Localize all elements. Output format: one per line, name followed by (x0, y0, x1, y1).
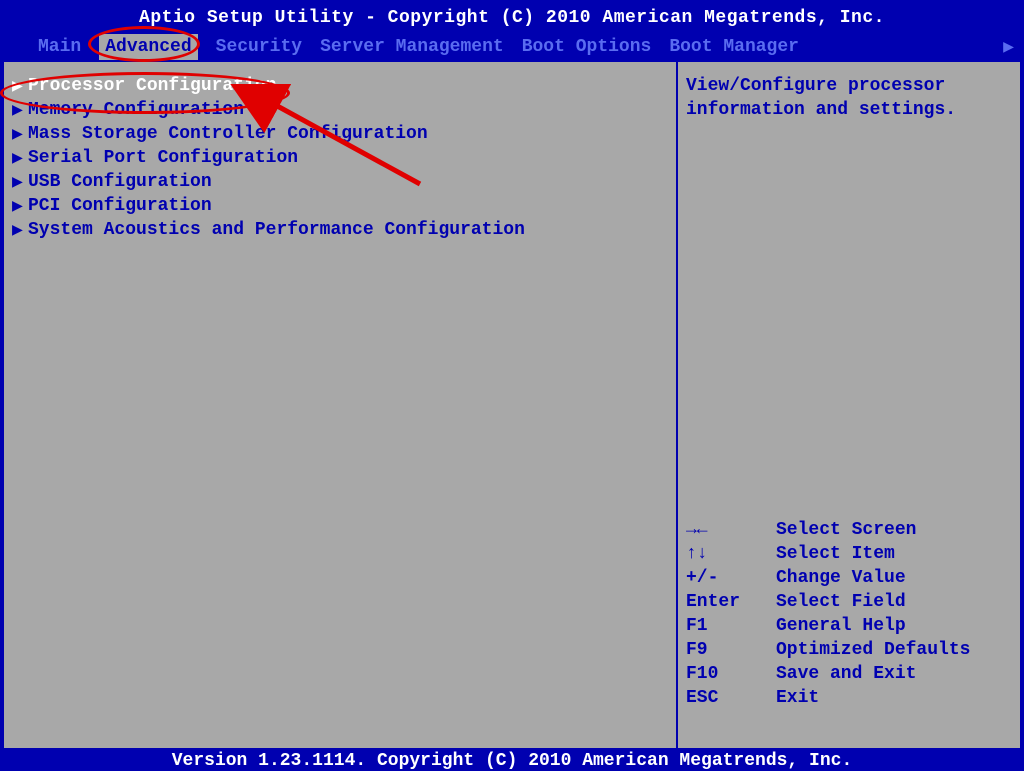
menu-label: Serial Port Configuration (28, 148, 298, 168)
menu-item-memory-configuration[interactable]: ▶ Memory Configuration (10, 98, 670, 122)
key-hints: →←Select Screen ↑↓Select Item +/-Change … (686, 520, 1014, 742)
help-line: View/Configure processor (686, 74, 1014, 98)
tab-row: Main Advanced Security Server Management… (2, 32, 1022, 62)
key-row: ↑↓Select Item (686, 544, 1014, 568)
menu-item-pci[interactable]: ▶ PCI Configuration (10, 194, 670, 218)
footer-bar: Version 1.23.1114. Copyright (C) 2010 Am… (0, 750, 1024, 771)
menu-label: Memory Configuration (28, 100, 244, 120)
help-line: information and settings. (686, 98, 1014, 122)
scroll-right-icon[interactable]: ▶ (1003, 36, 1014, 58)
key-row: F1General Help (686, 616, 1014, 640)
menu-label: USB Configuration (28, 172, 212, 192)
chevron-right-icon: ▶ (12, 147, 28, 169)
chevron-right-icon: ▶ (12, 99, 28, 121)
tab-boot-manager[interactable]: Boot Manager (669, 37, 799, 57)
menu-label: System Acoustics and Performance Configu… (28, 220, 525, 240)
chevron-right-icon: ▶ (12, 123, 28, 145)
key-row: +/-Change Value (686, 568, 1014, 592)
help-pane: View/Configure processor information and… (678, 60, 1022, 750)
menu-pane: ▶ Processor Configuration ▶ Memory Confi… (2, 60, 678, 750)
chevron-right-icon: ▶ (12, 75, 28, 97)
menu-item-acoustics-performance[interactable]: ▶ System Acoustics and Performance Confi… (10, 218, 670, 242)
help-text: View/Configure processor information and… (686, 74, 1014, 122)
menu-label: PCI Configuration (28, 196, 212, 216)
key-row: →←Select Screen (686, 520, 1014, 544)
menu-item-serial-port[interactable]: ▶ Serial Port Configuration (10, 146, 670, 170)
key-row: ESCExit (686, 688, 1014, 712)
chevron-right-icon: ▶ (12, 219, 28, 241)
tab-server-management[interactable]: Server Management (320, 37, 504, 57)
key-row: F10Save and Exit (686, 664, 1014, 688)
header-bar: Aptio Setup Utility - Copyright (C) 2010… (0, 0, 1024, 60)
key-row: EnterSelect Field (686, 592, 1014, 616)
menu-item-mass-storage[interactable]: ▶ Mass Storage Controller Configuration (10, 122, 670, 146)
key-row: F9Optimized Defaults (686, 640, 1014, 664)
chevron-right-icon: ▶ (12, 171, 28, 193)
menu-label: Mass Storage Controller Configuration (28, 124, 428, 144)
bios-title: Aptio Setup Utility - Copyright (C) 2010… (2, 2, 1022, 32)
tab-main[interactable]: Main (38, 37, 81, 57)
menu-label: Processor Configuration (28, 76, 276, 96)
tab-boot-options[interactable]: Boot Options (522, 37, 652, 57)
menu-item-processor-configuration[interactable]: ▶ Processor Configuration (10, 74, 670, 98)
menu-item-usb[interactable]: ▶ USB Configuration (10, 170, 670, 194)
tab-advanced[interactable]: Advanced (99, 34, 197, 60)
chevron-right-icon: ▶ (12, 195, 28, 217)
tab-security[interactable]: Security (216, 37, 302, 57)
